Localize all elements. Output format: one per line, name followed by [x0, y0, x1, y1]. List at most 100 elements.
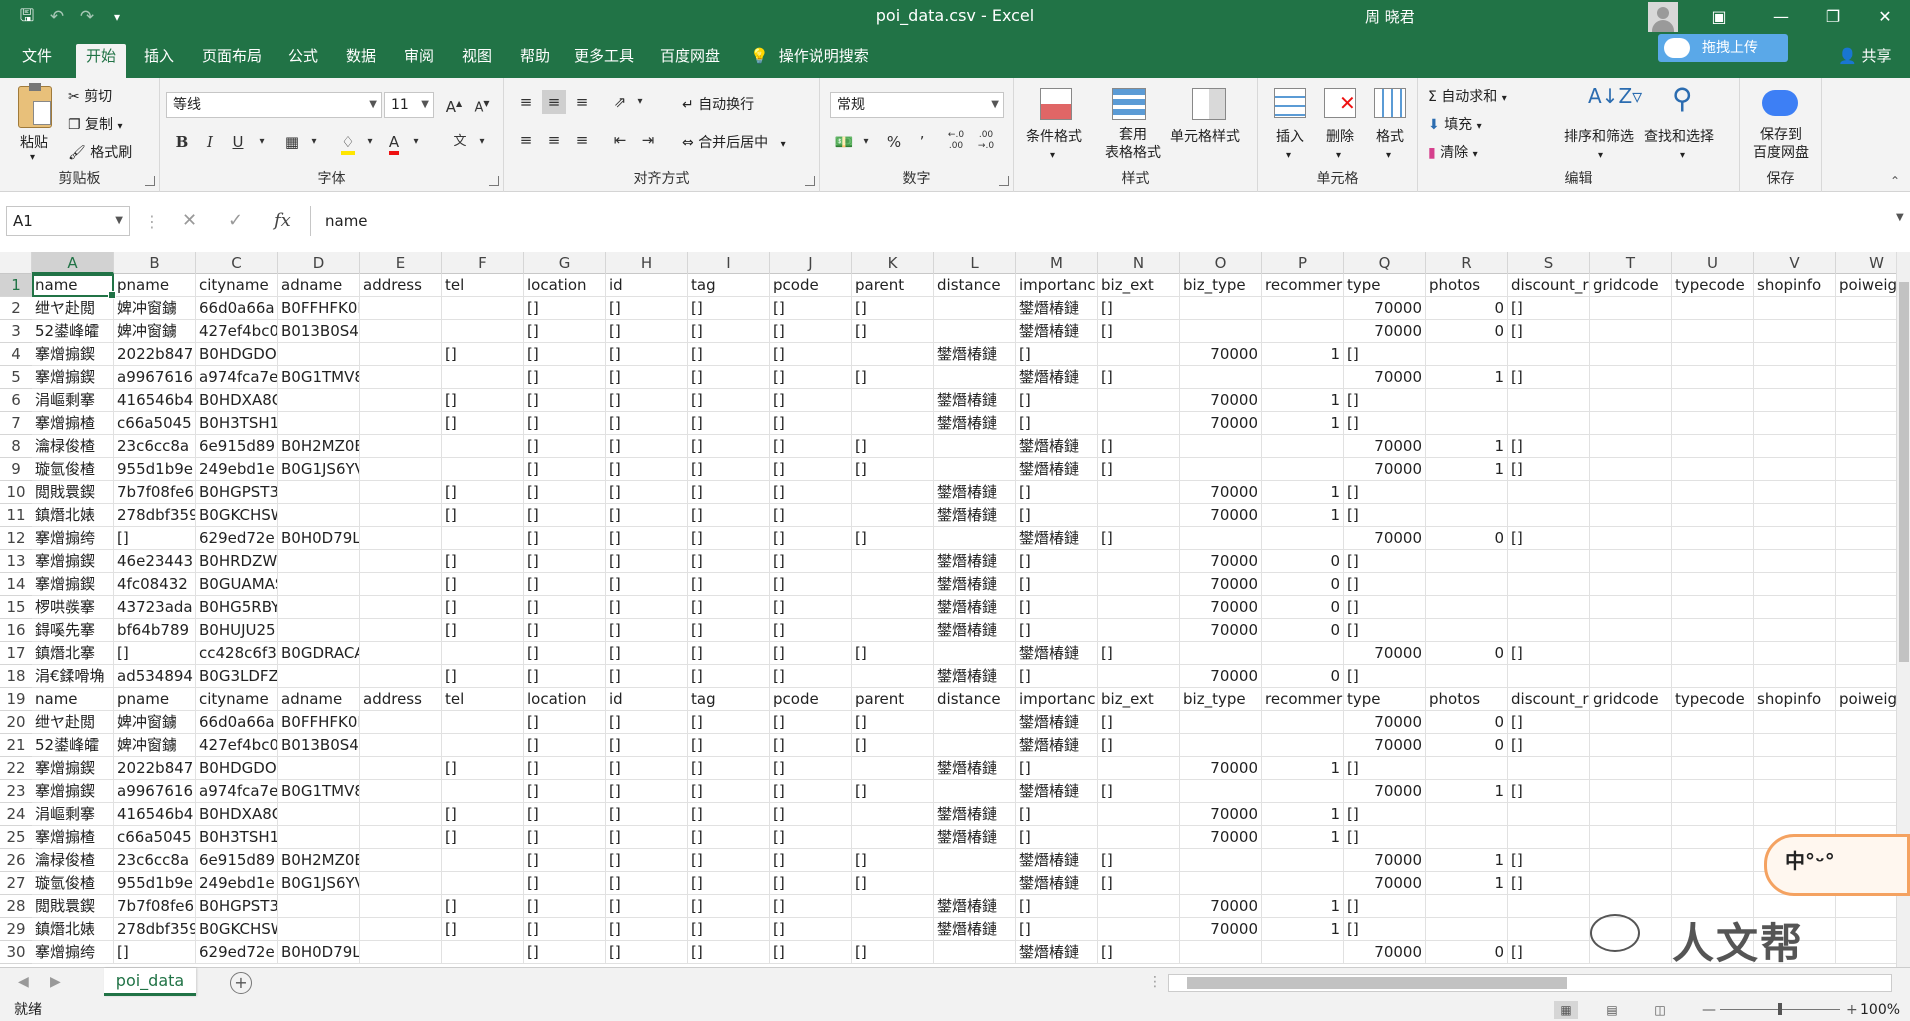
row-header[interactable]: 19	[0, 688, 32, 711]
cell[interactable]: 鐢熸椿鏈	[934, 665, 1016, 688]
cell[interactable]	[1672, 757, 1754, 780]
cell[interactable]	[1098, 573, 1180, 596]
cell[interactable]: 涓嶇剩搴	[32, 389, 114, 412]
cell[interactable]: []	[1098, 527, 1180, 550]
formula-input[interactable]: name	[310, 206, 1898, 236]
worksheet-grid[interactable]: ABCDEFGHIJKLMNOPQRSTUVW 1 2 3 4 5 6 7 8 9 10 11 12 1…	[0, 252, 1896, 967]
cell[interactable]	[360, 596, 442, 619]
cell[interactable]	[1180, 711, 1262, 734]
paste-button[interactable]: 粘贴	[20, 132, 48, 152]
cell[interactable]: []	[688, 642, 770, 665]
cell[interactable]	[1508, 665, 1590, 688]
cell[interactable]	[1098, 895, 1180, 918]
cell[interactable]	[1508, 596, 1590, 619]
cell[interactable]: id	[606, 688, 688, 711]
cell[interactable]: 427ef4bc0	[196, 734, 278, 757]
cell[interactable]	[1180, 780, 1262, 803]
cell[interactable]: 70000	[1344, 711, 1426, 734]
cell[interactable]: address	[360, 274, 442, 297]
cell[interactable]: []	[606, 596, 688, 619]
cell[interactable]: 7b7f08fe6	[114, 481, 196, 504]
column-header[interactable]: F	[442, 252, 524, 274]
cell[interactable]: []	[606, 320, 688, 343]
row-header[interactable]: 16	[0, 619, 32, 642]
cell[interactable]	[442, 872, 524, 895]
cell[interactable]	[1590, 596, 1672, 619]
cell[interactable]: 鐢熸椿鏈	[934, 757, 1016, 780]
cell[interactable]	[278, 343, 360, 366]
cell[interactable]	[1754, 481, 1836, 504]
cell[interactable]: 鐢熸椿鏈	[934, 918, 1016, 941]
cell[interactable]	[1754, 780, 1836, 803]
align-bottom-icon[interactable]: ≡	[570, 90, 594, 114]
cell[interactable]	[278, 918, 360, 941]
cell[interactable]	[1590, 642, 1672, 665]
column-header[interactable]: S	[1508, 252, 1590, 274]
cell[interactable]: []	[770, 803, 852, 826]
row-header[interactable]: 1	[0, 274, 32, 297]
cell[interactable]: []	[1016, 412, 1098, 435]
cell[interactable]: 70000	[1344, 435, 1426, 458]
row-header[interactable]: 18	[0, 665, 32, 688]
cell[interactable]	[1672, 481, 1754, 504]
cell[interactable]	[1754, 366, 1836, 389]
cell[interactable]	[1508, 895, 1590, 918]
cell[interactable]: []	[1098, 435, 1180, 458]
cell[interactable]	[1672, 297, 1754, 320]
cell[interactable]: 1	[1262, 757, 1344, 780]
number-format-box[interactable]: 常规 ▼	[830, 92, 1004, 118]
cell[interactable]: B0HRDZWPME	[196, 550, 278, 573]
cell[interactable]	[1754, 642, 1836, 665]
cell[interactable]	[442, 734, 524, 757]
cell[interactable]	[1836, 711, 1896, 734]
cell[interactable]	[1590, 573, 1672, 596]
cell[interactable]: []	[688, 435, 770, 458]
cell[interactable]	[1262, 320, 1344, 343]
merge-center-button[interactable]: ⇔ 合并后居中 ▾	[682, 132, 786, 152]
share-button[interactable]: 👤 共享	[1838, 44, 1891, 68]
cell[interactable]: 1	[1262, 481, 1344, 504]
cell[interactable]	[1836, 550, 1896, 573]
cell[interactable]	[1672, 412, 1754, 435]
cell[interactable]: []	[606, 918, 688, 941]
cell[interactable]	[278, 412, 360, 435]
cell[interactable]: adname	[278, 274, 360, 297]
cell[interactable]: 1	[1262, 918, 1344, 941]
cell[interactable]: []	[852, 780, 934, 803]
cell[interactable]: []	[688, 918, 770, 941]
cell[interactable]	[1508, 412, 1590, 435]
cell[interactable]: 鐢熸椿鏈	[934, 412, 1016, 435]
cell[interactable]: []	[688, 780, 770, 803]
column-header[interactable]: C	[196, 252, 278, 274]
cell[interactable]	[360, 803, 442, 826]
row-header[interactable]: 2	[0, 297, 32, 320]
cell[interactable]	[1590, 780, 1672, 803]
cell[interactable]: []	[1016, 757, 1098, 780]
font-size-box[interactable]: 11 ▼	[384, 92, 434, 118]
cell[interactable]: []	[524, 665, 606, 688]
cell[interactable]	[1590, 527, 1672, 550]
prev-sheet-icon[interactable]: ◀	[18, 974, 29, 990]
cell[interactable]	[1836, 343, 1896, 366]
cell[interactable]: []	[442, 757, 524, 780]
tab-baidu-netdisk[interactable]: 百度网盘	[650, 44, 730, 78]
row-header[interactable]: 12	[0, 527, 32, 550]
cell[interactable]	[934, 297, 1016, 320]
cell[interactable]: []	[1016, 619, 1098, 642]
cell[interactable]: []	[606, 366, 688, 389]
cell[interactable]: []	[606, 665, 688, 688]
cell[interactable]: B0HDXA8OJ9	[196, 389, 278, 412]
column-header[interactable]: W	[1836, 252, 1896, 274]
cell[interactable]: []	[688, 826, 770, 849]
cell[interactable]: []	[114, 527, 196, 550]
cell[interactable]: []	[688, 481, 770, 504]
cell[interactable]: []	[1344, 412, 1426, 435]
cell[interactable]: []	[1016, 389, 1098, 412]
align-right-icon[interactable]: ≡	[570, 128, 594, 152]
cell[interactable]	[360, 366, 442, 389]
cell[interactable]	[852, 412, 934, 435]
cell[interactable]: []	[524, 343, 606, 366]
cell[interactable]: 鐢熸椿鏈	[934, 895, 1016, 918]
cell[interactable]	[360, 780, 442, 803]
cell[interactable]	[1672, 596, 1754, 619]
